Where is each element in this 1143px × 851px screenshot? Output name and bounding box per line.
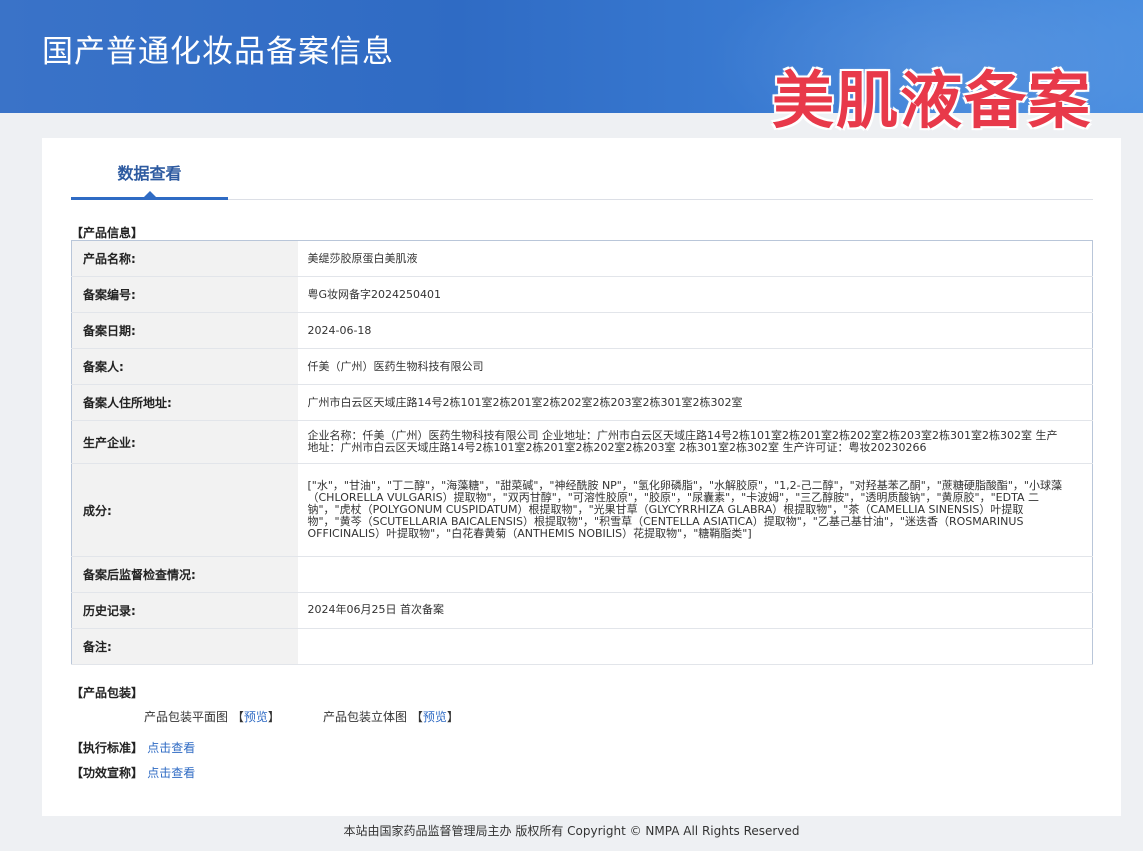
standard-row: 【执行标准】 点击查看: [71, 739, 195, 756]
watermark-overlay: 美肌液备案: [772, 64, 1093, 137]
tab-bar: 数据查看: [71, 138, 1093, 200]
efficacy-label: 【功效宣称】: [71, 766, 144, 780]
table-row: 历史记录: 2024年06月25日 首次备案: [71, 592, 1093, 629]
bracket-close: 】: [267, 710, 280, 724]
row-value: [297, 628, 1093, 666]
row-value: 企业名称：仟美（广州）医药生物科技有限公司 企业地址：广州市白云区天域庄路14号…: [297, 420, 1093, 465]
package-solid-item: 产品包装立体图 【预览】: [323, 708, 459, 725]
package-solid-preview-link[interactable]: 预览: [423, 710, 447, 724]
page-footer: 本站由国家药品监督管理局主办 版权所有 Copyright © NMPA All…: [343, 824, 800, 838]
row-key: 备案日期:: [71, 312, 298, 350]
standard-label: 【执行标准】: [71, 741, 144, 755]
table-row: 成分: ["水"，"甘油"，"丁二醇"，"海藻糖"，"甜菜碱"，"神经酰胺 NP…: [71, 463, 1093, 557]
table-row: 生产企业: 企业名称：仟美（广州）医药生物科技有限公司 企业地址：广州市白云区天…: [71, 420, 1093, 465]
standard-view-link[interactable]: 点击查看: [147, 741, 195, 755]
row-key: 备案人住所地址:: [71, 384, 298, 422]
row-key: 备案编号:: [71, 276, 298, 314]
table-row: 备注:: [71, 628, 1093, 666]
site-title: 国产普通化妆品备案信息: [42, 34, 394, 70]
table-row: 备案人住所地址: 广州市白云区天域庄路14号2栋101室2栋201室2栋202室…: [71, 384, 1093, 422]
row-value: [297, 556, 1093, 593]
table-row: 备案日期: 2024-06-18: [71, 312, 1093, 350]
package-flat-preview-link[interactable]: 预览: [244, 710, 268, 724]
row-key: 备案人:: [71, 348, 298, 386]
row-value: 2024年06月25日 首次备案: [297, 592, 1093, 629]
content-panel: 数据查看 【产品信息】 产品名称: 美缇莎胶原蛋白美肌液 备案编号: 粤G妆网备…: [42, 138, 1121, 816]
table-row: 备案后监督检查情况:: [71, 556, 1093, 593]
row-value: 仟美（广州）医药生物科技有限公司: [297, 348, 1093, 386]
packaging-heading: 【产品包装】: [71, 686, 144, 700]
row-key: 产品名称:: [71, 240, 298, 278]
row-key: 成分:: [71, 463, 298, 557]
package-flat-item: 产品包装平面图 【预览】: [144, 708, 280, 725]
efficacy-row: 【功效宣称】 点击查看: [71, 764, 195, 781]
product-info-table: 产品名称: 美缇莎胶原蛋白美肌液 备案编号: 粤G妆网备字2024250401 …: [71, 240, 1093, 666]
row-value: ["水"，"甘油"，"丁二醇"，"海藻糖"，"甜菜碱"，"神经酰胺 NP"，"氢…: [297, 463, 1093, 557]
product-info-heading: 【产品信息】: [71, 226, 144, 240]
row-key: 备注:: [71, 628, 298, 666]
table-row: 产品名称: 美缇莎胶原蛋白美肌液: [71, 240, 1093, 278]
bracket-open: 【: [410, 710, 423, 724]
bracket-close: 】: [446, 710, 459, 724]
bracket-open: 【: [231, 710, 244, 724]
row-value: 2024-06-18: [297, 312, 1093, 350]
package-flat-label: 产品包装平面图: [144, 710, 229, 724]
row-value: 广州市白云区天域庄路14号2栋101室2栋201室2栋202室2栋203室2栋3…: [297, 384, 1093, 422]
package-solid-label: 产品包装立体图: [323, 710, 408, 724]
table-row: 备案人: 仟美（广州）医药生物科技有限公司: [71, 348, 1093, 386]
efficacy-view-link[interactable]: 点击查看: [147, 766, 195, 780]
row-key: 历史记录:: [71, 592, 298, 629]
row-value: 美缇莎胶原蛋白美肌液: [297, 240, 1093, 278]
tab-active-caret-icon: [144, 191, 156, 197]
row-value: 粤G妆网备字2024250401: [297, 276, 1093, 314]
table-row: 备案编号: 粤G妆网备字2024250401: [71, 276, 1093, 314]
row-key: 备案后监督检查情况:: [71, 556, 298, 593]
row-key: 生产企业:: [71, 420, 298, 465]
